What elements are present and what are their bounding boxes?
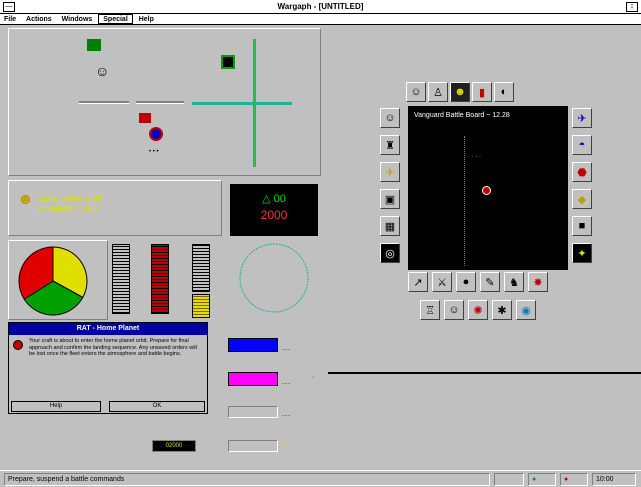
status-red: ● <box>560 473 588 486</box>
meter-magenta <box>228 372 278 386</box>
globe-icon[interactable]: ◉ <box>516 300 536 320</box>
dialog-window: RAT - Home Planet Your craft is about to… <box>8 322 208 414</box>
separator-line <box>328 372 641 374</box>
resource-pie[interactable] <box>15 243 95 319</box>
divider-line <box>136 101 184 104</box>
top-toolbar: ☺ ♙ ☻ ▮ ◐ <box>406 82 568 102</box>
enemy-unit-icon[interactable] <box>149 127 163 141</box>
dialog-message: Your craft is about to enter the home pl… <box>29 338 197 357</box>
pilot-icon[interactable]: ☺ <box>380 108 400 128</box>
divider-line <box>79 101 129 104</box>
commander-sprite-icon[interactable]: ☺ <box>95 63 109 79</box>
tank-icon[interactable]: ◐ <box>494 82 514 102</box>
meter-empty-2-label: < <box>282 440 287 449</box>
flag-icon[interactable] <box>87 39 101 51</box>
meter-empty-1-label: ...... <box>282 412 291 418</box>
resource-pie-panel <box>8 240 108 320</box>
unit-marker-icon[interactable] <box>482 186 491 195</box>
unit-name: Lunar Strike Craft <box>39 194 102 203</box>
menu-windows[interactable]: Windows <box>58 15 97 23</box>
sword-icon[interactable]: ⚔ <box>432 272 452 292</box>
radar-circle[interactable] <box>236 240 312 316</box>
square-icon[interactable]: ■ <box>572 216 592 236</box>
doctor-icon[interactable]: ☺ <box>444 300 464 320</box>
right-toolbar: ✈ ◓ ⬣ ◆ ■ ✦ <box>572 108 594 268</box>
crew-icon[interactable]: ♞ <box>504 272 524 292</box>
portrait-icon[interactable]: ☻ <box>450 82 470 102</box>
tactical-board[interactable]: Vanguard Battle Board ~ 12.28 · · · · <box>408 106 568 270</box>
map-panel[interactable]: ☺ • • • <box>8 28 321 176</box>
unit-portrait-icon: ☻ <box>17 191 34 208</box>
target-icon[interactable] <box>221 55 235 69</box>
counter-display: 02000 <box>152 440 196 452</box>
window-title: Wargaph - [UNTITLED] <box>277 2 364 11</box>
meter-magenta-label: ...... <box>282 380 291 386</box>
score-value: 2000 <box>260 208 288 222</box>
meter-blue-label: ...... <box>282 346 291 352</box>
dialog-title: RAT - Home Planet <box>9 323 207 335</box>
gauge-strip-2 <box>151 244 169 314</box>
green-dot-icon: ● <box>532 476 537 483</box>
commander-icon[interactable]: ☺ <box>406 82 426 102</box>
board-grid-line <box>464 136 465 266</box>
maximize-icon[interactable]: ↕ <box>626 2 638 12</box>
status-green: ● <box>528 473 556 486</box>
crosshair-vertical <box>253 39 256 167</box>
tactical-title: Vanguard Battle Board ~ 12.28 <box>414 112 510 119</box>
crosshair-horizontal <box>192 102 292 105</box>
error-icon <box>13 340 23 350</box>
torch-icon[interactable]: ✎ <box>480 272 500 292</box>
meter-empty-1 <box>228 406 278 418</box>
ok-button[interactable]: OK <box>109 401 205 412</box>
title-bar: — Wargaph - [UNTITLED] ↕ <box>0 0 641 14</box>
unit-population: Population: 100k <box>39 204 99 213</box>
ship-icon[interactable]: ✈ <box>380 162 400 182</box>
spider-icon[interactable]: ✱ <box>492 300 512 320</box>
meter-empty-2 <box>228 440 278 452</box>
map-icon[interactable]: ▦ <box>380 216 400 236</box>
menu-special[interactable]: Special <box>98 14 133 24</box>
jet-icon[interactable]: ✈ <box>572 108 592 128</box>
board-marker: · · · · <box>468 154 481 160</box>
menu-actions[interactable]: Actions <box>22 15 56 23</box>
ufo-icon[interactable]: ◓ <box>572 135 592 155</box>
team-icon[interactable]: ♜ <box>380 135 400 155</box>
castle-icon[interactable]: ♖ <box>420 300 440 320</box>
bomb-icon[interactable]: ● <box>456 272 476 292</box>
knife-icon[interactable]: ↗ <box>408 272 428 292</box>
red-dot-icon: ● <box>564 476 569 483</box>
star-icon[interactable]: ✦ <box>572 243 592 263</box>
left-toolbar: ☺ ♜ ✈ ▣ ▦ ◎ <box>380 108 402 268</box>
weapons-row: ↗ ⚔ ● ✎ ♞ ✸ <box>408 272 570 292</box>
status-time: 10:00 <box>592 473 636 486</box>
score-box: △ 00 2000 <box>230 184 318 236</box>
shield-icon[interactable]: ✸ <box>528 272 548 292</box>
score-delta: △ 00 <box>262 193 286 205</box>
help-button[interactable]: Help <box>11 401 101 412</box>
stop-icon[interactable]: ⬣ <box>572 162 592 182</box>
menu-file[interactable]: File <box>0 15 20 23</box>
unit-info-panel: ☻ Lunar Strike Craft Population: 100k <box>8 180 222 236</box>
menu-bar: File Actions Windows Special Help <box>0 14 641 25</box>
meter-blue <box>228 338 278 352</box>
flags-icon[interactable]: ▮ <box>472 82 492 102</box>
status-bar: Prepare, suspend a battle commands ● ● 1… <box>0 470 641 487</box>
explosion-icon[interactable]: ✺ <box>468 300 488 320</box>
truck-icon[interactable]: ▣ <box>380 189 400 209</box>
bug-icon[interactable] <box>139 113 151 123</box>
menu-help[interactable]: Help <box>135 15 158 23</box>
status-message: Prepare, suspend a battle commands <box>4 473 490 486</box>
gauge-strip-3 <box>192 244 210 292</box>
gauge-strip-3-fill <box>192 294 210 318</box>
radar-icon[interactable]: ◎ <box>380 243 400 263</box>
separator-dot: · <box>312 374 315 381</box>
gauge-strip-1 <box>112 244 130 314</box>
warning-icon[interactable]: ◆ <box>572 189 592 209</box>
soldier-icon[interactable]: ♙ <box>428 82 448 102</box>
status-empty <box>494 473 524 486</box>
units-row: ♖ ☺ ✺ ✱ ◉ <box>420 300 560 320</box>
